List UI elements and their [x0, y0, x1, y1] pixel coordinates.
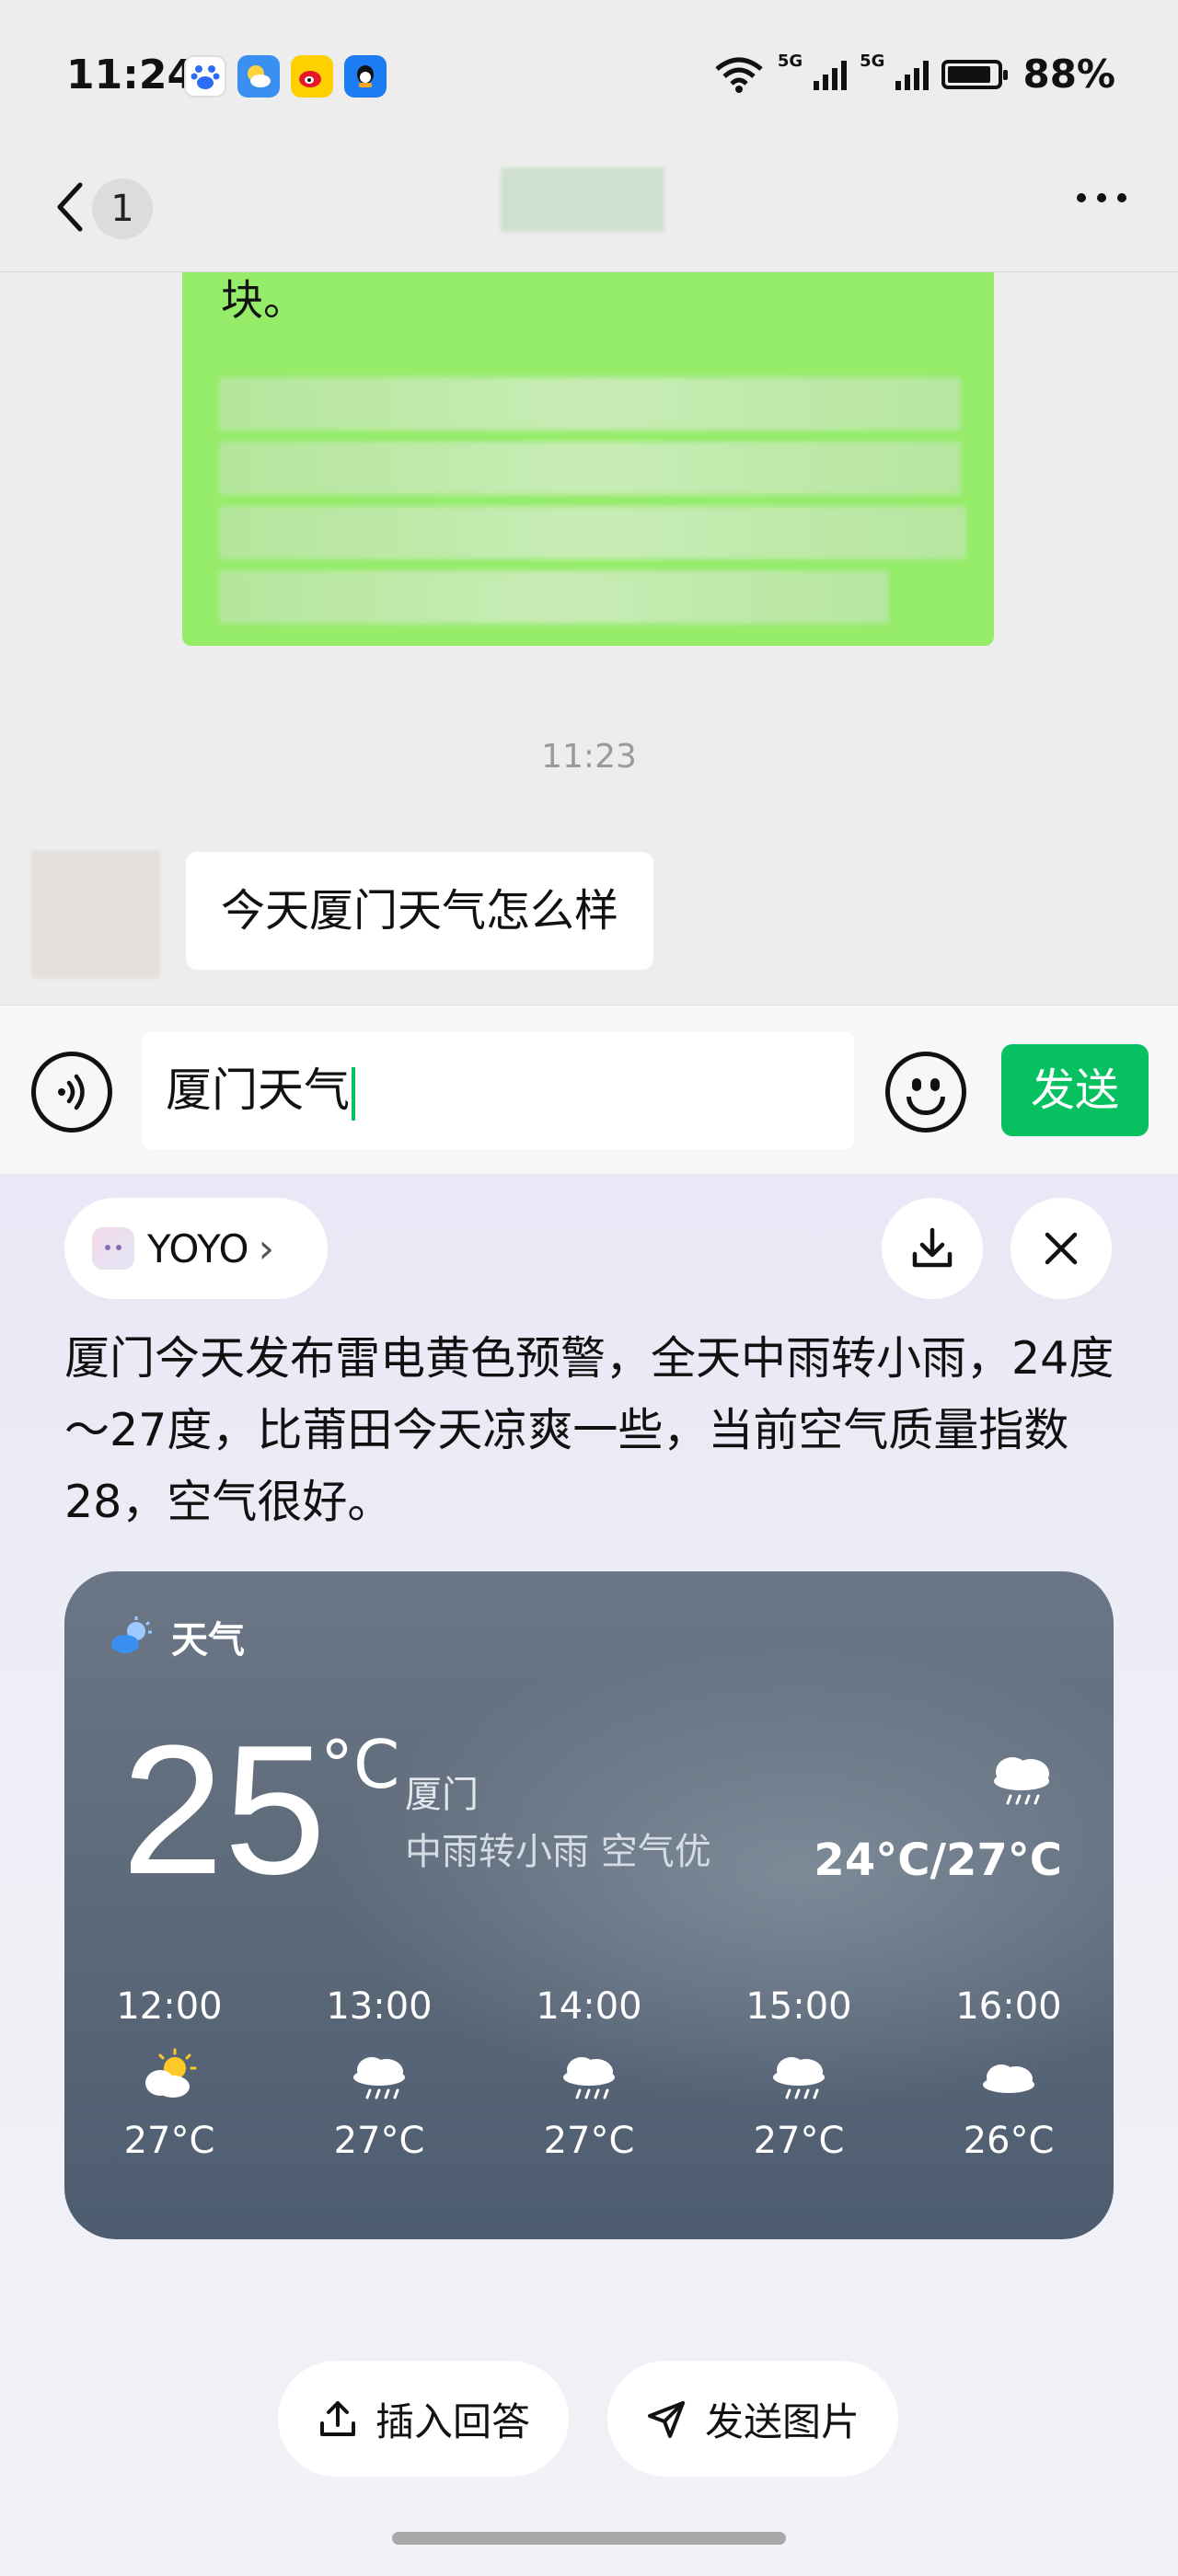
- emoji-icon: [907, 1097, 945, 1115]
- voice-icon: [58, 1074, 85, 1110]
- text-caret: [352, 1066, 355, 1121]
- weather-app-icon: [237, 55, 280, 98]
- status-bar: 11:24 5G 5G 88%: [0, 0, 1178, 147]
- avatar[interactable]: [31, 850, 160, 979]
- baidu-icon: [184, 55, 226, 98]
- assistant-answer: 厦门今天发布雷电黄色预警，全天中雨转小雨，24度～27度，比莆田今天凉爽一些，当…: [64, 1332, 1114, 1528]
- current-temperature: 25: [121, 1708, 327, 1913]
- hour-temperature: 27°C: [123, 2120, 215, 2162]
- signal-label-2: 5G: [860, 52, 885, 71]
- upload-icon: [319, 2401, 355, 2436]
- signal-label-1: 5G: [777, 52, 803, 71]
- hourly-item: 12:00 27°C: [64, 1985, 274, 2162]
- hour-time: 13:00: [326, 1985, 433, 2028]
- back-icon[interactable]: [46, 175, 92, 239]
- outgoing-message-bubble[interactable]: 块。: [182, 272, 994, 646]
- hour-temperature: 26°C: [963, 2120, 1055, 2162]
- home-indicator[interactable]: [392, 2532, 786, 2545]
- status-indicators: 5G 5G 88%: [713, 52, 1115, 97]
- status-app-icons: [184, 55, 387, 98]
- rain-cloud-icon: [342, 2037, 416, 2116]
- download-button[interactable]: [882, 1198, 983, 1299]
- redacted-line: [219, 442, 961, 495]
- qq-icon: [344, 55, 387, 98]
- temperature-unit: °C: [320, 1726, 400, 1803]
- weibo-icon: [291, 55, 333, 98]
- battery-percent: 88%: [1022, 52, 1115, 97]
- send-button[interactable]: 发送: [1001, 1044, 1149, 1136]
- close-button[interactable]: [1011, 1198, 1112, 1299]
- insert-answer-button[interactable]: 插入回答: [278, 2361, 569, 2477]
- weather-city: 厦门: [405, 1774, 479, 1816]
- download-icon: [912, 1227, 953, 1268]
- hour-time: 16:00: [955, 1985, 1062, 2028]
- weather-condition: 中雨转小雨 空气优: [405, 1831, 711, 1873]
- hourly-item: 14:00 27°C: [484, 1985, 694, 2162]
- yoyo-avatar-icon: [92, 1227, 134, 1270]
- send-arrow-icon: [647, 2401, 685, 2438]
- message-text: 块。: [221, 275, 306, 325]
- signal-strength-icon: [895, 59, 930, 90]
- message-input-value: 厦门天气: [166, 1064, 350, 1117]
- hour-temperature: 27°C: [753, 2120, 845, 2162]
- weather-card-title: 天气: [171, 1619, 245, 1662]
- chat-header: 1: [0, 147, 1178, 272]
- rain-cloud-icon: [552, 2037, 626, 2116]
- assistant-name-chip[interactable]: YOYO ›: [64, 1198, 328, 1299]
- hour-time: 14:00: [536, 1985, 642, 2028]
- message-timestamp: 11:23: [541, 738, 637, 776]
- insert-answer-label: 插入回答: [375, 2398, 530, 2444]
- hourly-item: 15:00 27°C: [694, 1985, 904, 2162]
- emoji-button[interactable]: [885, 1052, 966, 1133]
- weather-app-icon: [111, 1616, 152, 1653]
- message-input-bar: 厦门天气 发送: [0, 1005, 1178, 1174]
- assistant-panel: YOYO › 厦门今天发布雷电黄色预警，全天中雨转小雨，24度～27度，比莆田今…: [0, 1174, 1178, 2576]
- cloud-icon: [972, 2037, 1045, 2116]
- voice-input-button[interactable]: [31, 1052, 112, 1133]
- more-options-icon[interactable]: [1077, 193, 1126, 202]
- redacted-line: [219, 506, 966, 559]
- hour-time: 12:00: [116, 1985, 223, 2028]
- incoming-message-bubble[interactable]: 今天厦门天气怎么样: [186, 852, 654, 970]
- status-time: 11:24: [66, 52, 196, 98]
- chat-title-redacted: [501, 167, 664, 232]
- send-image-label: 发送图片: [704, 2398, 860, 2444]
- wifi-icon: [715, 57, 763, 93]
- chat-messages: 块。 11:23 今天厦门天气怎么样: [0, 272, 1178, 1005]
- rain-cloud-icon: [762, 2037, 836, 2116]
- redacted-line: [219, 377, 961, 431]
- message-input[interactable]: 厦门天气: [142, 1031, 854, 1149]
- hour-temperature: 27°C: [333, 2120, 425, 2162]
- send-image-button[interactable]: 发送图片: [607, 2361, 898, 2477]
- hour-time: 15:00: [745, 1985, 852, 2028]
- chevron-right-icon: ›: [258, 1225, 275, 1272]
- close-icon: [1045, 1232, 1078, 1265]
- redacted-line: [219, 570, 889, 624]
- unread-count-badge[interactable]: 1: [92, 178, 153, 239]
- assistant-name: YOYO: [147, 1225, 249, 1271]
- weather-card-header: 天气: [107, 1610, 245, 1663]
- hourly-item: 13:00 27°C: [274, 1985, 484, 2162]
- hourly-item: 16:00 26°C: [904, 1985, 1114, 2162]
- temperature-range: 24°C/27°C: [814, 1834, 1062, 1886]
- hour-temperature: 27°C: [543, 2120, 635, 2162]
- signal-strength-icon: [814, 59, 848, 90]
- partly-sunny-icon: [133, 2037, 206, 2116]
- rain-cloud-icon: [985, 1746, 1058, 1814]
- battery-icon: [941, 59, 1009, 89]
- weather-card[interactable]: 天气 25 °C 厦门 中雨转小雨 空气优 24°C/27°C 12:00 27…: [64, 1571, 1114, 2239]
- hourly-forecast: 12:00 27°C 13:00 27°C 14:00 27°C 15:00 2…: [64, 1985, 1114, 2162]
